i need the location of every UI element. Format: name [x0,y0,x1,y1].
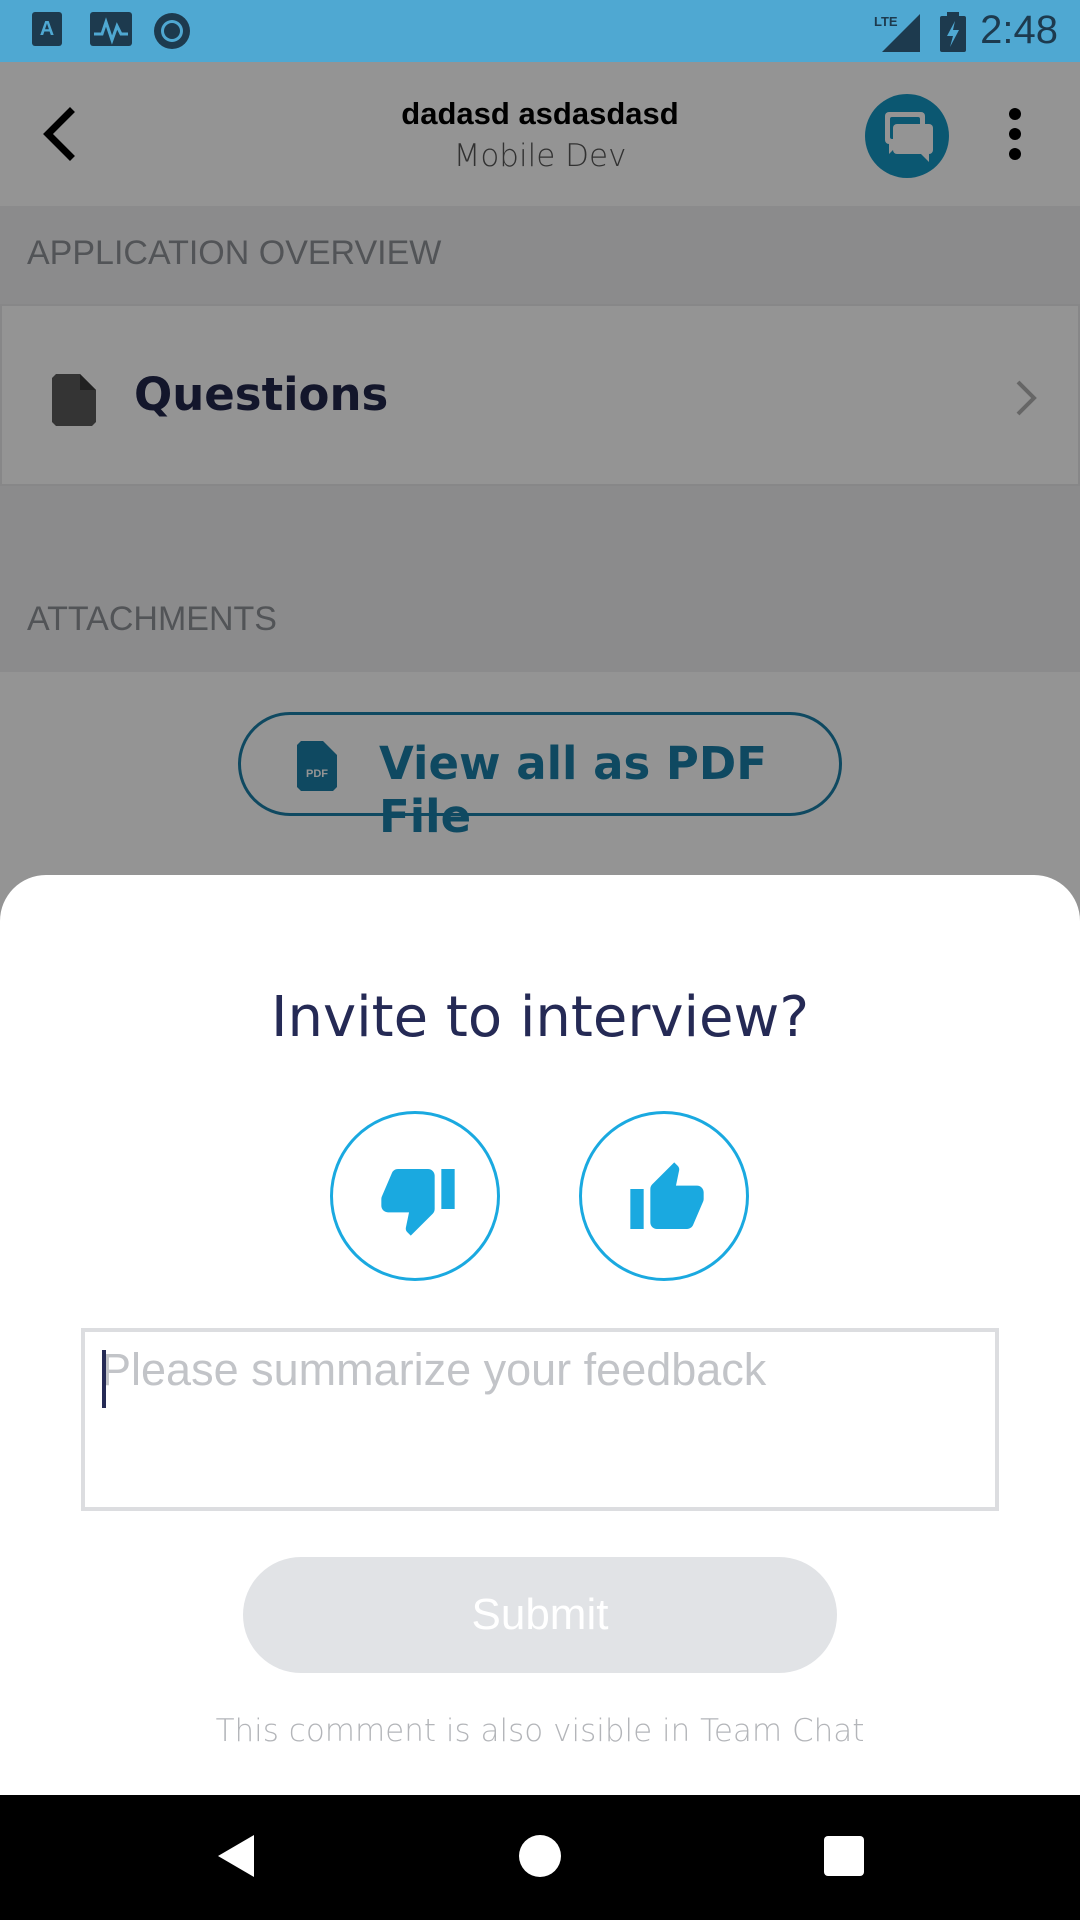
feedback-sheet: Invite to interview? Submit This comment… [0,875,1080,1795]
lte-signal-icon: LTE [874,14,920,52]
thumbs-up-icon [630,1162,704,1229]
svg-text:LTE: LTE [874,14,898,29]
feedback-box [81,1328,999,1511]
thumbs-up-button[interactable] [579,1111,749,1281]
system-nav-bar [0,1795,1080,1920]
visibility-note: This comment is also visible in Team Cha… [215,1713,865,1749]
nav-back-icon[interactable] [216,1833,256,1879]
text-cursor [102,1350,106,1408]
thumbs-down-icon [381,1169,455,1236]
feedback-input[interactable] [85,1332,995,1507]
sheet-title: Invite to interview? [270,985,810,1050]
circle-app-icon [154,13,190,49]
activity-monitor-icon [90,12,132,46]
svg-text:A: A [40,18,54,40]
nav-home-icon[interactable] [519,1835,561,1877]
status-bar: A LTE 2:48 [0,0,1080,62]
status-time: 2:48 [980,8,1058,52]
nav-recents-icon[interactable] [824,1836,864,1876]
notification-a-icon: A [32,12,62,46]
battery-charging-icon [940,12,966,52]
thumbs-down-button[interactable] [330,1111,500,1281]
submit-button[interactable]: Submit [243,1557,837,1673]
